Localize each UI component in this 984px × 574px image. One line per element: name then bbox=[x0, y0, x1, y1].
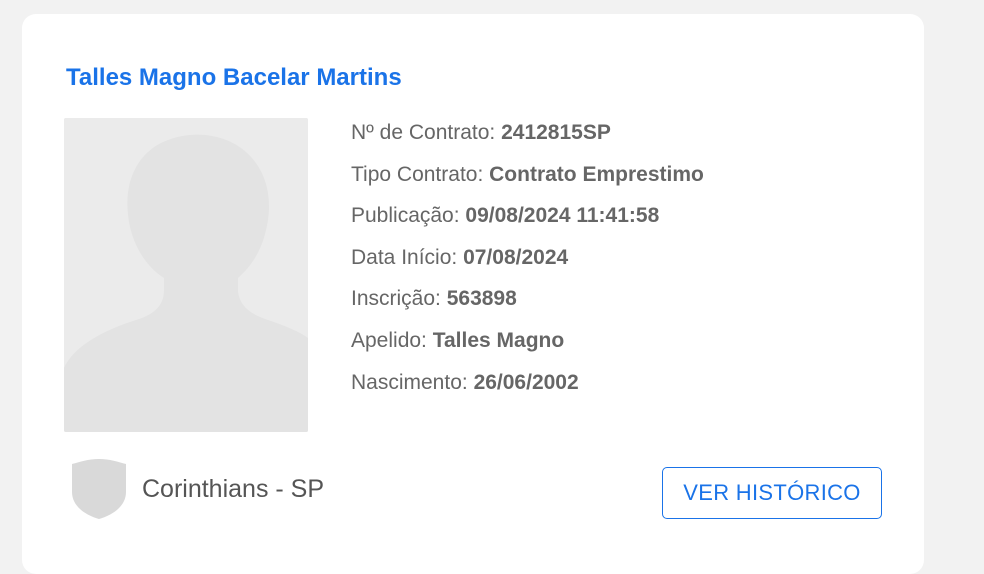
club-info: Corinthians - SP bbox=[68, 459, 324, 519]
detail-label: Data Início: bbox=[351, 245, 458, 269]
detail-nickname: Apelido: Talles Magno bbox=[351, 326, 704, 368]
detail-registration: Inscrição: 563898 bbox=[351, 284, 704, 326]
detail-label: Nº de Contrato: bbox=[351, 121, 496, 144]
detail-contract-type: Tipo Contrato: Contrato Emprestimo bbox=[351, 160, 704, 202]
detail-value: 2412815SP bbox=[501, 121, 611, 144]
detail-value: 26/06/2002 bbox=[473, 370, 579, 394]
detail-label: Apelido: bbox=[351, 328, 427, 352]
detail-label: Publicação: bbox=[351, 204, 460, 228]
detail-publication: Publicação: 09/08/2024 11:41:58 bbox=[351, 201, 704, 243]
athlete-photo-placeholder bbox=[64, 118, 308, 432]
club-name: Corinthians - SP bbox=[142, 474, 325, 503]
detail-start-date: Data Início: 07/08/2024 bbox=[351, 243, 704, 285]
detail-value: 07/08/2024 bbox=[463, 245, 569, 269]
athlete-card: Talles Magno Bacelar Martins Nº de Contr… bbox=[22, 14, 924, 574]
athlete-name: Talles Magno Bacelar Martins bbox=[66, 64, 402, 91]
detail-label: Tipo Contrato: bbox=[351, 162, 484, 186]
view-history-button[interactable]: VER HISTÓRICO bbox=[662, 467, 882, 519]
shield-icon bbox=[72, 459, 126, 519]
detail-value: 563898 bbox=[446, 287, 517, 311]
detail-contract-number: Nº de Contrato: 2412815SP bbox=[351, 118, 704, 160]
detail-value: Talles Magno bbox=[432, 328, 565, 352]
detail-birth-date: Nascimento: 26/06/2002 bbox=[351, 368, 704, 410]
contract-details-list: Nº de Contrato: 2412815SP Tipo Contrato:… bbox=[351, 118, 704, 409]
detail-label: Nascimento: bbox=[351, 370, 468, 394]
detail-label: Inscrição: bbox=[351, 287, 441, 311]
detail-value: 09/08/2024 11:41:58 bbox=[465, 204, 660, 228]
person-silhouette-icon bbox=[64, 118, 308, 432]
detail-value: Contrato Emprestimo bbox=[489, 162, 704, 186]
